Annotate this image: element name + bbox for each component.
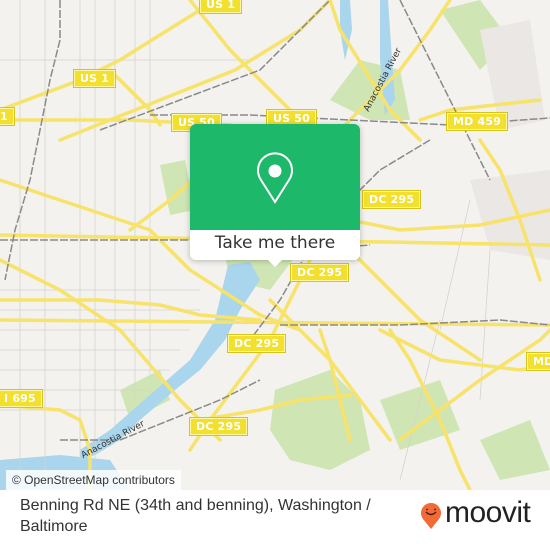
route-shield-dc295: DC 295 <box>188 417 249 436</box>
route-shield-md: MD <box>525 352 550 371</box>
route-shield-us1: US 1 <box>198 0 243 14</box>
location-popup[interactable]: Take me there <box>190 124 360 267</box>
moovit-logo-icon <box>421 503 441 529</box>
location-title: Benning Rd NE (34th and benning), Washin… <box>20 497 371 535</box>
route-shield-dc295: DC 295 <box>361 190 422 209</box>
route-shield-i695: I 695 <box>0 389 43 408</box>
map[interactable]: US 1 US 1 1 US 50 US 50 MD 459 DC 295 DC… <box>0 0 550 490</box>
moovit-brand: moovit <box>445 496 531 529</box>
footer: Benning Rd NE (34th and benning), Washin… <box>0 490 550 550</box>
route-shield-md459: MD 459 <box>445 112 509 131</box>
map-attribution[interactable]: © OpenStreetMap contributors <box>6 470 181 490</box>
route-shield-dc295: DC 295 <box>226 334 287 353</box>
route-shield-us1: US 1 <box>72 69 117 88</box>
take-me-there-button[interactable]: Take me there <box>190 233 360 253</box>
route-shield-us1: 1 <box>0 107 15 126</box>
popup-tail <box>266 258 284 267</box>
location-pin-icon <box>257 152 293 204</box>
route-shield-dc295: DC 295 <box>289 263 350 282</box>
